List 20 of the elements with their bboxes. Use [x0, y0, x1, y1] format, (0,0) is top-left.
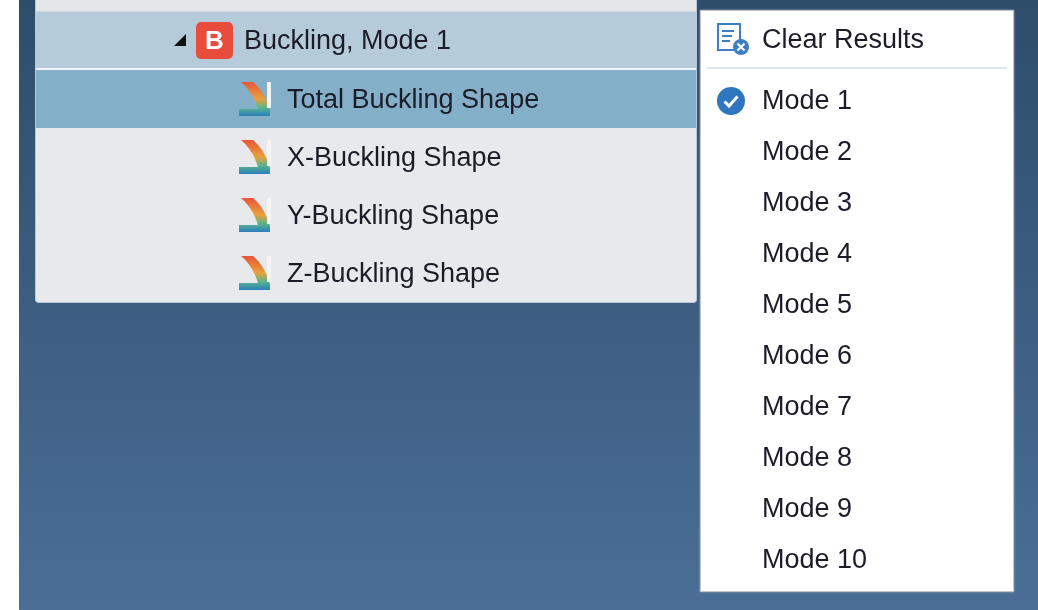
tree-item[interactable]: Total Buckling Shape [36, 70, 696, 128]
menu-item[interactable]: Clear Results [701, 11, 1013, 67]
menu-item[interactable]: Mode 5 [701, 279, 1013, 330]
expand-icon[interactable] [174, 34, 186, 46]
menu-item[interactable]: Mode 4 [701, 228, 1013, 279]
tree-item[interactable]: Y-Buckling Shape [36, 186, 696, 244]
menu-item[interactable]: Mode 9 [701, 483, 1013, 534]
clear-results-icon [716, 22, 750, 56]
menu-item[interactable]: Mode 10 [701, 534, 1013, 585]
menu-item[interactable]: Mode 7 [701, 381, 1013, 432]
menu-item[interactable]: Mode 8 [701, 432, 1013, 483]
badge: B [196, 21, 233, 59]
menu-item[interactable]: Mode 2 [701, 126, 1013, 177]
menu-item[interactable]: Mode 3 [701, 177, 1013, 228]
tree-node[interactable]: B Buckling, Mode 1 [36, 12, 696, 70]
tree-item[interactable]: X-Buckling Shape [36, 128, 696, 186]
menu-item[interactable]: Mode 1 [701, 75, 1013, 126]
menu-item[interactable]: Mode 6 [701, 330, 1013, 381]
tree-item[interactable]: Z-Buckling Shape [36, 244, 696, 302]
node-label: Buckling, Mode 1 [244, 24, 452, 56]
